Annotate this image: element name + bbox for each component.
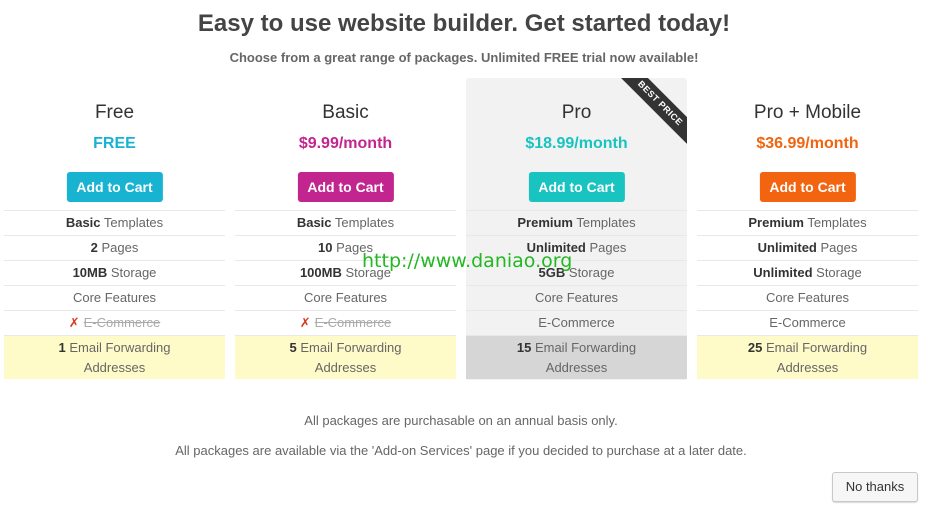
feature-email: 5 Email Forwarding Addresses	[235, 335, 456, 379]
feature-ecommerce: ✗ E-Commerce	[235, 310, 456, 335]
no-thanks-button[interactable]: No thanks	[832, 472, 918, 502]
add-to-cart-button[interactable]: Add to Cart	[759, 172, 856, 202]
add-to-cart-button[interactable]: Add to Cart	[528, 172, 625, 202]
plan-price: $9.99/month	[298, 135, 393, 152]
feature-email: 1 Email Forwarding Addresses	[4, 335, 225, 379]
plan-price: FREE	[93, 135, 136, 152]
cross-icon: ✗	[299, 315, 311, 330]
feature-list: Premium Templates Unlimited Pages 5GB St…	[466, 210, 687, 379]
watermark-url: http://www.daniao.org	[362, 250, 573, 272]
plan-price: $36.99/month	[756, 135, 859, 152]
feature-list: Basic Templates 10 Pages 100MB Storage C…	[235, 210, 456, 379]
feature-ecommerce: ✗ E-Commerce	[4, 310, 225, 335]
add-to-cart-button[interactable]: Add to Cart	[66, 172, 163, 202]
add-to-cart-button[interactable]: Add to Cart	[297, 172, 394, 202]
page-subtitle: Choose from a great range of packages. U…	[229, 50, 699, 65]
annual-basis-note: All packages are purchasable on an annua…	[304, 413, 618, 428]
plan-price: $18.99/month	[525, 135, 628, 152]
feature-templates: Basic Templates	[235, 210, 456, 235]
feature-core: Core Features	[4, 285, 225, 310]
feature-templates: Basic Templates	[4, 210, 225, 235]
feature-core: Core Features	[466, 285, 687, 310]
addon-services-note: All packages are available via the 'Add-…	[175, 443, 747, 458]
feature-pages: 2 Pages	[4, 235, 225, 260]
feature-email: 25 Email Forwarding Addresses	[697, 335, 918, 379]
plan-column-pro: BEST PRICE Pro $18.99/month Add to Cart …	[466, 78, 687, 380]
feature-storage: Unlimited Storage	[697, 260, 918, 285]
feature-list: Basic Templates 2 Pages 10MB Storage Cor…	[4, 210, 225, 379]
feature-email: 15 Email Forwarding Addresses	[466, 335, 687, 379]
plan-name: Pro	[561, 102, 592, 123]
plan-column-free: Free FREE Add to Cart Basic Templates 2 …	[4, 78, 225, 380]
plan-name: Pro + Mobile	[753, 102, 862, 123]
feature-list: Premium Templates Unlimited Pages Unlimi…	[697, 210, 918, 379]
plan-column-basic: Basic $9.99/month Add to Cart Basic Temp…	[235, 78, 456, 380]
cross-icon: ✗	[68, 315, 80, 330]
feature-storage: 10MB Storage	[4, 260, 225, 285]
plan-column-pro-mobile: Pro + Mobile $36.99/month Add to Cart Pr…	[697, 78, 918, 380]
feature-templates: Premium Templates	[697, 210, 918, 235]
feature-ecommerce: E-Commerce	[697, 310, 918, 335]
feature-pages: Unlimited Pages	[697, 235, 918, 260]
page-title: Easy to use website builder. Get started…	[197, 10, 731, 37]
feature-ecommerce: E-Commerce	[466, 310, 687, 335]
feature-templates: Premium Templates	[466, 210, 687, 235]
plan-name: Free	[94, 102, 135, 123]
plan-name: Basic	[322, 102, 369, 123]
feature-core: Core Features	[697, 285, 918, 310]
feature-core: Core Features	[235, 285, 456, 310]
